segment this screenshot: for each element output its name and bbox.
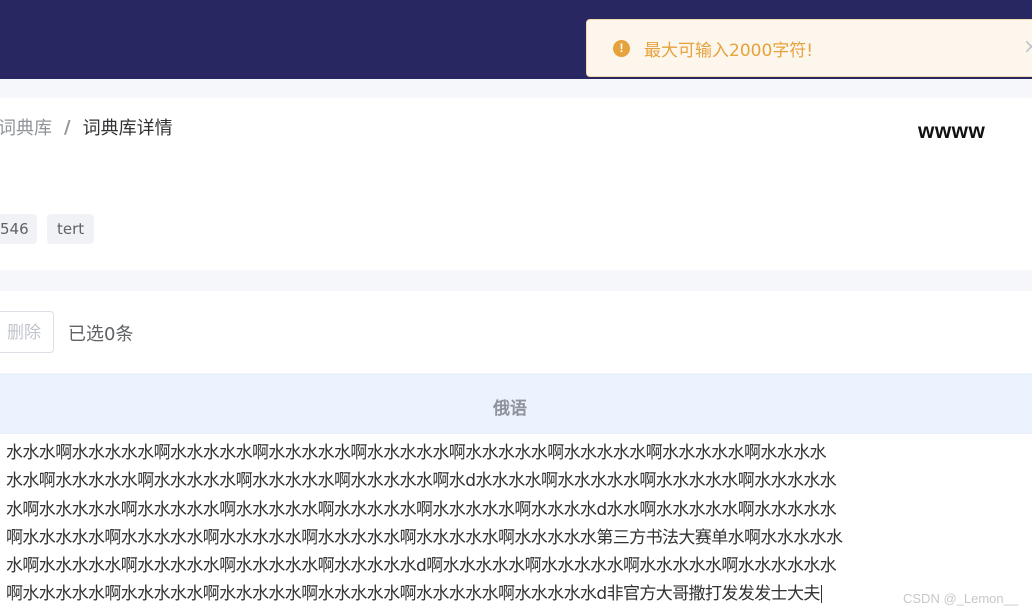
close-icon[interactable]: × (1023, 36, 1032, 56)
table-toolbar: 删除 已选0条 (0, 291, 1032, 373)
table-row[interactable]: 水水水啊水水水水水啊水水水水水啊水水水水水啊水水水水水啊水水水水水啊水水水水水啊… (0, 433, 1032, 615)
toast-message: 最大可输入2000字符! (644, 40, 814, 61)
breadcrumb-item-detail: 词典库详情 (82, 118, 173, 139)
watermark: CSDN @_Lemon__ (903, 591, 1019, 606)
column-header-russian[interactable]: 俄语 (493, 394, 527, 419)
page-title: wwww (918, 120, 986, 143)
text-caret (820, 585, 822, 604)
cell-line: 水啊水水水水水啊水水水水水啊水水水水水啊水水水水水啊水水水水水啊水水水水d水水啊… (6, 499, 837, 520)
breadcrumb: 词典库 / 词典库详情 (0, 114, 173, 140)
warning-toast: ! 最大可输入2000字符! × (586, 19, 1032, 77)
cell-line: 啊水水水水水啊水水水水水啊水水水水水啊水水水水水啊水水水水水啊水水水水水第三方书… (6, 527, 843, 548)
cell-line: 水啊水水水水水啊水水水水水啊水水水水水啊水水水水水d啊水水水水水啊水水水水水啊水… (6, 556, 837, 577)
table-header-row: 俄语 (0, 374, 1032, 433)
breadcrumb-separator: / (64, 116, 71, 138)
selected-count: 已选0条 (68, 324, 134, 345)
delete-button[interactable]: 删除 (0, 311, 54, 353)
cell-line: 水水啊水水水水水啊水水水水水啊水水水水水啊水水水水水啊水d水水水水啊水水水水水啊… (6, 471, 837, 492)
cell-line-text: 啊水水水水水啊水水水水水啊水水水水水啊水水水水水啊水水水水水啊水水水水水d非官方… (6, 584, 820, 605)
warning-circle-icon: ! (613, 39, 630, 57)
tag-item: 546 (0, 214, 37, 244)
breadcrumb-item-dictionary[interactable]: 词典库 (0, 114, 52, 140)
table-cell-text[interactable]: 水水水啊水水水水水啊水水水水水啊水水水水水啊水水水水水啊水水水水水啊水水水水水啊… (6, 439, 1030, 609)
cell-line: 水水水啊水水水水水啊水水水水水啊水水水水水啊水水水水水啊水水水水水啊水水水水水啊… (6, 443, 827, 463)
tag-item: tert (47, 214, 95, 244)
detail-header-card: 词典库 / 词典库详情 wwww 546 tert (0, 98, 1032, 270)
cell-line-last: 啊水水水水水啊水水水水水啊水水水水水啊水水水水水啊水水水水水啊水水水水水d非官方… (6, 580, 1030, 608)
